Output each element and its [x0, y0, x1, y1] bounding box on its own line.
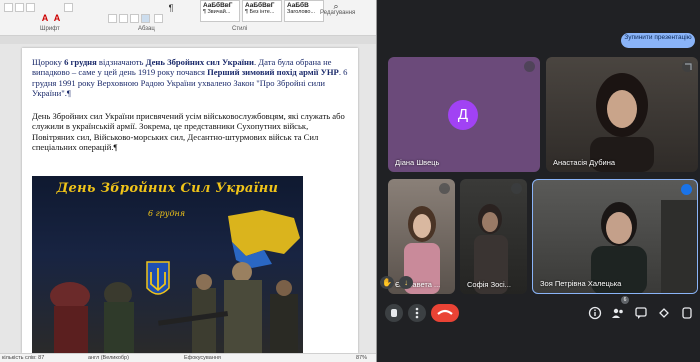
text-run: Щороку: [32, 57, 65, 67]
ruler[interactable]: [0, 36, 376, 44]
zoom-level[interactable]: 87%: [356, 355, 367, 361]
text-run-bold: Перший зимовий похід армії УНР: [207, 67, 339, 78]
participant-tile[interactable]: Анастасія Дубина: [546, 57, 698, 172]
ribbon: A A ¶ АаБбВвГ ¶ Звичай... АаБбВвГ ¶ Без …: [0, 0, 376, 36]
more-options-button[interactable]: [408, 304, 426, 322]
thumbs-down-reaction-icon[interactable]: ↓: [399, 276, 413, 289]
language-indicator[interactable]: англ (Великобр): [88, 355, 129, 361]
align-right-button[interactable]: [130, 14, 139, 23]
participant-tile[interactable]: Д Діана Швець: [388, 57, 540, 172]
mic-active-icon: [681, 184, 692, 195]
focus-mode[interactable]: Ефокусування: [184, 355, 221, 361]
people-icon[interactable]: [611, 306, 625, 320]
style-preview: АаБбВвГ: [245, 2, 275, 9]
participant-tile-active[interactable]: Зоя Петрівна Халецька: [532, 179, 698, 294]
style-name: Заголово...: [287, 9, 316, 15]
underline-button[interactable]: [26, 3, 35, 12]
participant-video: [404, 206, 440, 294]
highlight-icon[interactable]: A: [40, 13, 50, 23]
group-label-font: Шрифт: [40, 26, 60, 32]
group-label-paragraph: Абзац: [138, 26, 155, 32]
pin-icon[interactable]: [683, 59, 693, 70]
word-window: A A ¶ АаБбВвГ ¶ Звичай... АаБбВвГ ¶ Без …: [0, 0, 377, 362]
paragraph-1: Щороку 6 грудня відзначають День Збройни…: [32, 57, 350, 99]
text-run-bold: 6 грудня: [64, 57, 97, 67]
bold-button[interactable]: [4, 3, 13, 12]
participant-name: Анастасія Дубина: [553, 158, 616, 167]
banner-illustration: [50, 210, 300, 353]
raise-hand-button[interactable]: [385, 304, 403, 322]
style-no-spacing[interactable]: АаБбВвГ ¶ Без інте...: [242, 0, 282, 22]
group-label-editing: Редагування: [320, 10, 356, 16]
activities-icon[interactable]: [657, 306, 671, 320]
style-normal[interactable]: АаБбВвГ ¶ Звичай...: [200, 0, 240, 22]
participant-name: Діана Швець: [395, 158, 440, 167]
participant-tile[interactable]: Софія Зосі...: [460, 179, 527, 294]
meet-controls: [378, 297, 700, 362]
style-heading[interactable]: АаБбВ Заголово...: [284, 0, 324, 22]
paragraph-2: День Збройних сил України присвячений ус…: [32, 111, 345, 153]
participant-video: [474, 204, 508, 294]
align-center-button[interactable]: [119, 14, 128, 23]
font-size-up-button[interactable]: [64, 3, 73, 12]
stop-presenting-button[interactable]: Зупинити презентацію: [621, 33, 695, 48]
raise-hand-reaction-icon[interactable]: ✋: [380, 276, 394, 289]
group-label-styles: Стилі: [232, 26, 248, 32]
style-preview: АаБбВ: [287, 2, 309, 9]
info-icon[interactable]: [588, 306, 602, 320]
text-run-bold: День Збройних сил України: [145, 57, 254, 67]
mic-muted-icon: [524, 61, 535, 72]
participant-name: Софія Зосі...: [467, 280, 511, 289]
participant-name: Зоя Петрівна Халецька: [540, 279, 622, 288]
mic-muted-icon: [511, 183, 522, 194]
text-run: відзначають: [96, 57, 146, 67]
word-status-bar: кількість слів: 87 англ (Великобр) Ефоку…: [0, 353, 376, 362]
participant-video: [591, 200, 697, 293]
leave-call-button[interactable]: [431, 304, 459, 322]
style-name: ¶ Звичай...: [203, 9, 231, 15]
pilcrow-icon[interactable]: ¶: [166, 3, 176, 13]
mic-muted-icon: [439, 183, 450, 194]
font-color-icon[interactable]: A: [52, 13, 62, 23]
screen: A A ¶ АаБбВвГ ¶ Звичай... АаБбВвГ ¶ Без …: [0, 0, 700, 362]
host-controls-icon[interactable]: [680, 306, 694, 320]
style-name: ¶ Без інте...: [245, 9, 275, 15]
chat-icon[interactable]: [634, 306, 648, 320]
justify-button[interactable]: [141, 14, 150, 23]
line-spacing-button[interactable]: [154, 14, 163, 23]
italic-button[interactable]: [15, 3, 24, 12]
document-page[interactable]: Щороку 6 грудня відзначають День Збройни…: [22, 48, 358, 353]
word-count[interactable]: кількість слів: 87: [2, 355, 44, 361]
participant-count-badge: 6: [621, 296, 629, 304]
participant-video: [590, 73, 654, 172]
align-left-button[interactable]: [108, 14, 117, 23]
avatar: Д: [448, 100, 478, 130]
style-preview: АаБбВвГ: [203, 2, 233, 9]
armed-forces-day-image[interactable]: День Збройних Сил України 6 грудня: [32, 176, 303, 353]
participant-tile[interactable]: Єлизавета ...: [388, 179, 455, 294]
